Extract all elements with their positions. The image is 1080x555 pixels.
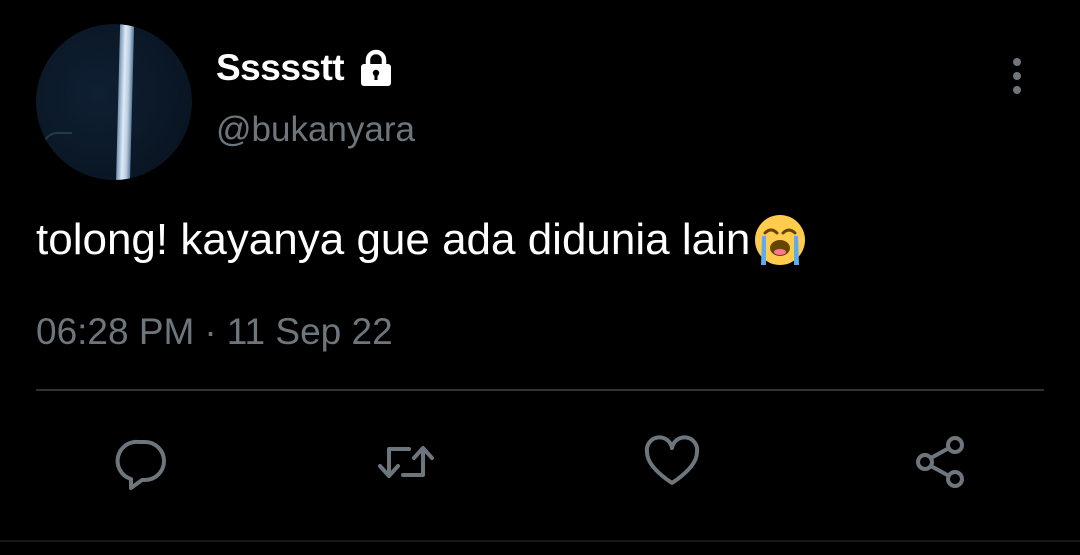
reply-button[interactable] bbox=[112, 432, 172, 492]
reply-bubble-icon bbox=[115, 439, 166, 490]
like-button[interactable] bbox=[642, 432, 702, 492]
user-handle[interactable]: @bukanyara bbox=[216, 110, 415, 150]
tweet-time: 06:28 PM bbox=[36, 311, 195, 352]
share-icon bbox=[916, 436, 964, 488]
tweet-text: tolong! kayanya gue ada didunia lain bbox=[36, 212, 808, 268]
bottom-divider bbox=[0, 540, 1080, 542]
retweet-icon bbox=[378, 446, 434, 478]
more-options-icon[interactable] bbox=[1000, 54, 1034, 98]
tweet-timestamp[interactable]: 06:28 PM · 11 Sep 22 bbox=[36, 311, 393, 353]
retweet-button[interactable] bbox=[376, 432, 436, 492]
avatar-detail bbox=[42, 132, 72, 164]
display-name[interactable]: Ssssstt bbox=[216, 47, 345, 89]
author-name-row: Ssssstt bbox=[216, 46, 396, 90]
timestamp-separator: · bbox=[204, 311, 217, 352]
tweet-body: tolong! kayanya gue ada didunia lain bbox=[36, 215, 751, 264]
divider bbox=[36, 389, 1044, 391]
share-button[interactable] bbox=[910, 432, 970, 492]
loudly-crying-face-emoji-icon bbox=[752, 212, 808, 268]
lock-icon bbox=[356, 48, 396, 88]
avatar[interactable] bbox=[36, 24, 192, 180]
avatar-light-streak bbox=[115, 24, 135, 180]
tweet-date: 11 Sep 22 bbox=[226, 311, 393, 352]
heart-icon bbox=[644, 435, 700, 485]
